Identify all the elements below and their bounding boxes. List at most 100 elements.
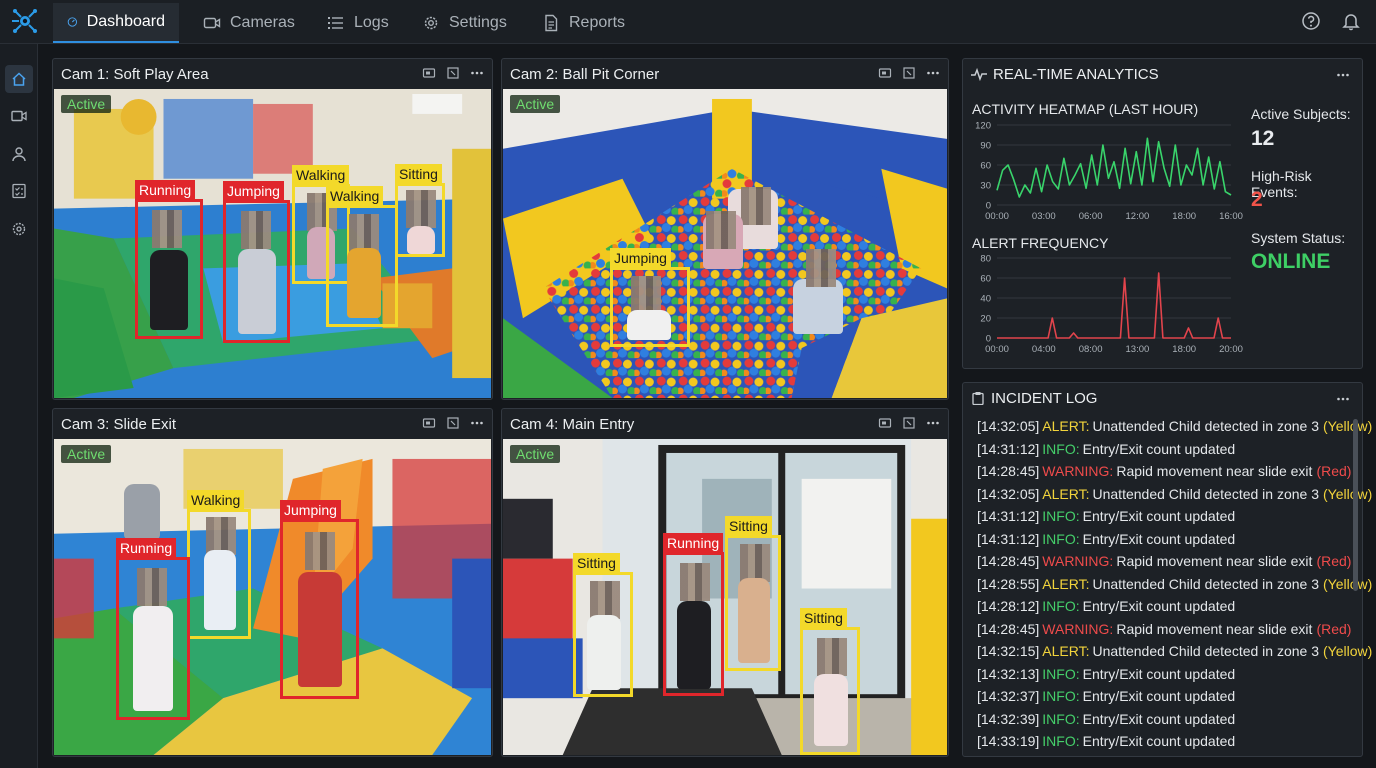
detection-box[interactable]: Sitting (395, 164, 445, 257)
log-row[interactable]: [14:31:12] INFO: Entry/Exit count updated (977, 531, 1235, 547)
alert-chart-title: ALERT FREQUENCY (972, 235, 1109, 251)
log-row[interactable]: [14:28:45] WARNING: Rapid movement near sl… (977, 553, 1351, 569)
log-row[interactable]: [14:32:13] INFO: Entry/Exit count updated (977, 666, 1235, 682)
log-tag: (Yellow) (1323, 485, 1373, 502)
sidebar-item-user[interactable] (5, 140, 33, 168)
sidebar-item-settings[interactable] (5, 215, 33, 243)
x-tick-label: 00:00 (985, 344, 1009, 355)
sidebar-item-home[interactable] (5, 65, 33, 93)
tab-settings[interactable]: Settings (408, 3, 521, 43)
more-icon[interactable] (1336, 68, 1350, 82)
tab-logs[interactable]: Logs (313, 3, 403, 43)
log-message: Unattended Child detected in zone 3 (1092, 418, 1320, 434)
fullscreen-icon[interactable] (446, 66, 460, 80)
sidebar-item-checklist[interactable] (5, 177, 33, 205)
face-blur (631, 276, 661, 314)
child-figure (407, 226, 435, 254)
tab-reports[interactable]: Reports (528, 3, 639, 43)
log-row[interactable]: [14:31:12] INFO: Entry/Exit count updated (977, 441, 1235, 457)
child-figure (677, 601, 711, 689)
log-tag: (Yellow) (1323, 575, 1373, 592)
log-row[interactable]: [14:32:37] INFO: Entry/Exit count updated (977, 688, 1235, 704)
snapshot-icon[interactable] (422, 416, 436, 430)
log-message: Rapid movement near slide exit (1116, 553, 1313, 569)
detection-box[interactable]: Jumping (223, 181, 290, 343)
detection-box[interactable]: Walking (326, 186, 398, 327)
clipboard-icon (972, 392, 984, 405)
tab-label: Reports (569, 14, 626, 31)
series-line (996, 137, 1232, 198)
camera-status-badge: Active (61, 95, 112, 113)
log-row[interactable]: [14:28:12] INFO: Entry/Exit count updated (977, 598, 1235, 614)
camera-feed[interactable]: Active Walking Jumping Running (54, 439, 491, 755)
detection-label: Walking (292, 165, 350, 186)
tab-dashboard[interactable]: Dashboard (53, 3, 179, 43)
y-tick-label: 30 (980, 181, 991, 192)
child-figure (298, 572, 342, 687)
log-row[interactable]: [14:33:19] INFO: Entry/Exit count updated (977, 733, 1235, 749)
more-icon[interactable] (1336, 392, 1350, 406)
detection-label: Walking (187, 490, 245, 511)
detection-box[interactable]: Jumping (280, 500, 359, 699)
snapshot-icon[interactable] (878, 416, 892, 430)
detection-box[interactable]: Jumping (610, 248, 690, 347)
high-risk-events-value: 2 (1251, 188, 1263, 211)
log-level: INFO: (1042, 598, 1080, 614)
log-row[interactable]: [14:32:05] ALERT: Unattended Child detecte… (977, 486, 1372, 502)
log-message: Entry/Exit count updated (1082, 598, 1236, 614)
detection-box[interactable]: Sitting (725, 516, 781, 671)
fullscreen-icon[interactable] (446, 416, 460, 430)
face-blur (406, 190, 436, 228)
heatmap-chart-title: ACTIVITY HEATMAP (LAST HOUR) (972, 101, 1199, 117)
x-tick-label: 18:00 (1172, 344, 1196, 355)
more-icon[interactable] (470, 66, 484, 80)
detection-box[interactable]: Walking (187, 490, 251, 639)
log-message: Unattended Child detected in zone 3 (1092, 643, 1320, 659)
fullscreen-icon[interactable] (902, 66, 916, 80)
camera-panel-3: Cam 3: Slide Exit Active Walking Jumping… (52, 408, 493, 757)
snapshot-icon[interactable] (878, 66, 892, 80)
log-row[interactable]: [14:28:55] ALERT: Unattended Child detecte… (977, 576, 1372, 592)
app-logo-icon[interactable] (10, 6, 40, 36)
user-icon (12, 147, 26, 162)
camera-status-badge: Active (61, 445, 112, 463)
tab-cameras[interactable]: Cameras (189, 3, 309, 43)
camera-feed[interactable]: Active Running Jumping Walking Walking S… (54, 89, 491, 398)
detection-box[interactable]: Running (116, 538, 190, 720)
log-time: [14:32:05] (977, 485, 1040, 502)
log-row[interactable]: [14:32:05] ALERT: Unattended Child detecte… (977, 418, 1372, 434)
more-icon[interactable] (926, 66, 940, 80)
detection-box[interactable]: Sitting (800, 608, 860, 755)
log-row[interactable]: [14:28:45] WARNING: Rapid movement near sl… (977, 621, 1351, 637)
detection-box[interactable]: Sitting (573, 553, 633, 697)
camera-feed[interactable]: Active Sitting Running Sitting Sitting (503, 439, 947, 755)
log-row[interactable]: [14:31:12] INFO: Entry/Exit count updated (977, 508, 1235, 524)
tab-label: Dashboard (86, 13, 165, 30)
detection-label: Jumping (280, 500, 341, 521)
snapshot-icon[interactable] (422, 66, 436, 80)
checklist-icon (12, 183, 26, 199)
camera-panel-4: Cam 4: Main Entry Active Sitting Running… (501, 408, 949, 757)
camera-feed[interactable]: Active Jumping (503, 89, 947, 398)
log-time: [14:28:45] (977, 620, 1040, 637)
camera-toolbar (422, 66, 484, 80)
sidebar-item-video[interactable] (5, 102, 33, 130)
high-risk-events-label: High-Risk Events: (1251, 168, 1312, 200)
log-level: ALERT: (1042, 418, 1090, 434)
log-message: Entry/Exit count updated (1082, 440, 1236, 457)
log-row[interactable]: [14:28:45] WARNING: Rapid movement near sl… (977, 463, 1351, 479)
camera-status-badge: Active (510, 95, 561, 113)
help-icon[interactable] (1301, 11, 1321, 31)
fullscreen-icon[interactable] (902, 416, 916, 430)
log-scrollbar[interactable] (1353, 419, 1358, 591)
more-icon[interactable] (926, 416, 940, 430)
log-row[interactable]: [14:32:15] ALERT: Unattended Child detecte… (977, 643, 1372, 659)
more-icon[interactable] (470, 416, 484, 430)
detection-label: Walking (326, 186, 384, 207)
y-tick-label: 120 (975, 121, 991, 132)
bell-icon[interactable] (1341, 11, 1361, 31)
log-row[interactable]: [14:32:39] INFO: Entry/Exit count updated (977, 711, 1235, 727)
detection-box[interactable]: Running (663, 533, 724, 696)
log-time: [14:31:12] (977, 440, 1040, 457)
detection-box[interactable]: Running (135, 180, 203, 339)
